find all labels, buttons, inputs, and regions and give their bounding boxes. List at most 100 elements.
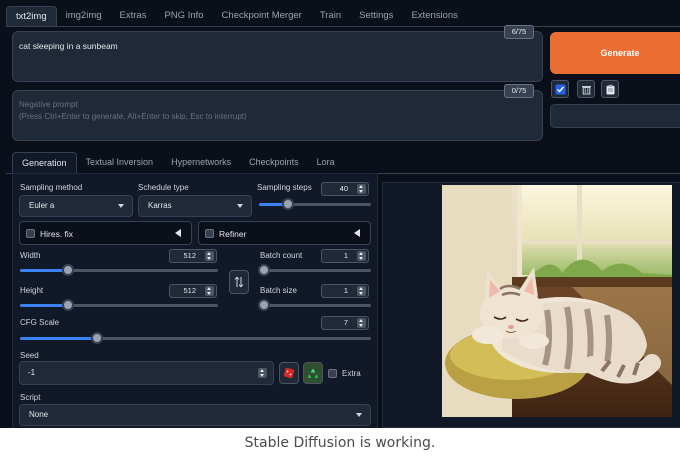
refiner-accordion[interactable]: Refiner xyxy=(198,221,371,245)
stepper-icon[interactable] xyxy=(357,286,366,296)
swap-dimensions-button[interactable] xyxy=(229,270,249,294)
sampling-steps-slider[interactable] xyxy=(259,198,371,210)
cfg-scale-label: CFG Scale xyxy=(20,318,60,327)
tab-divider xyxy=(6,26,680,27)
batch-size-input[interactable]: 1 xyxy=(321,284,369,298)
width-input[interactable]: 512 xyxy=(169,249,217,263)
extra-label: Extra xyxy=(342,369,361,378)
slider-thumb[interactable] xyxy=(258,299,270,311)
schedule-type-label: Schedule type xyxy=(138,183,189,192)
trash-icon xyxy=(581,85,591,94)
webui-app: txt2img img2img Extras PNG Info Checkpoi… xyxy=(0,0,680,428)
slider-fill xyxy=(20,269,68,272)
schedule-type-value: Karras xyxy=(148,201,172,210)
tab-extras[interactable]: Extras xyxy=(111,6,156,26)
slider-fill xyxy=(20,304,68,307)
tab-textual-inversion[interactable]: Textual Inversion xyxy=(77,152,163,174)
tab-extensions[interactable]: Extensions xyxy=(402,6,466,26)
clipboard-icon xyxy=(606,84,614,94)
stepper-icon[interactable] xyxy=(205,251,214,261)
batch-size-value: 1 xyxy=(343,286,348,295)
slider-fill xyxy=(20,337,98,340)
top-tab-bar: txt2img img2img Extras PNG Info Checkpoi… xyxy=(6,6,467,26)
negative-prompt-placeholder: Negative prompt xyxy=(19,100,78,109)
width-label: Width xyxy=(20,251,41,260)
swap-icon xyxy=(234,276,244,288)
prompt-text: cat sleeping in a sunbeam xyxy=(19,41,118,51)
tab-txt2img[interactable]: txt2img xyxy=(6,6,57,26)
clear-prompt-button[interactable] xyxy=(577,80,595,98)
prompt-input[interactable]: cat sleeping in a sunbeam xyxy=(12,31,543,82)
height-slider[interactable] xyxy=(20,299,218,311)
batch-size-label: Batch size xyxy=(260,286,297,295)
batch-size-slider[interactable] xyxy=(258,299,371,311)
paste-button[interactable] xyxy=(601,80,619,98)
height-label: Height xyxy=(20,286,44,295)
slider-thumb[interactable] xyxy=(282,198,295,210)
sampling-steps-input[interactable]: 40 xyxy=(321,182,369,196)
slider-thumb[interactable] xyxy=(61,264,74,276)
seed-input[interactable]: -1 xyxy=(19,361,274,385)
schedule-type-dropdown[interactable]: Karras xyxy=(138,195,252,217)
stepper-icon[interactable] xyxy=(357,318,366,328)
negative-token-counter: 0/75 xyxy=(504,84,534,98)
batch-count-label: Batch count xyxy=(260,251,303,260)
tab-checkpoint-merger[interactable]: Checkpoint Merger xyxy=(213,6,311,26)
cfg-scale-slider[interactable] xyxy=(20,332,371,344)
tab-settings[interactable]: Settings xyxy=(350,6,402,26)
sampling-steps-label: Sampling steps xyxy=(257,183,312,192)
hires-fix-label: Hires. fix xyxy=(40,229,74,239)
batch-count-value: 1 xyxy=(343,251,348,260)
tab-img2img[interactable]: img2img xyxy=(57,6,111,26)
stepper-icon[interactable] xyxy=(357,184,366,194)
width-value: 512 xyxy=(183,251,196,260)
seed-value: -1 xyxy=(28,368,36,377)
tab-generation[interactable]: Generation xyxy=(12,152,77,174)
generated-image[interactable] xyxy=(442,185,672,417)
stepper-icon[interactable] xyxy=(205,286,214,296)
refiner-label: Refiner xyxy=(219,229,247,239)
width-slider[interactable] xyxy=(20,264,218,276)
refiner-checkbox[interactable] xyxy=(205,229,214,238)
apply-styles-button[interactable] xyxy=(551,80,569,98)
cfg-scale-input[interactable]: 7 xyxy=(321,316,369,330)
tab-train[interactable]: Train xyxy=(311,6,350,26)
cat-artwork xyxy=(442,185,672,417)
sampling-method-label: Sampling method xyxy=(20,183,83,192)
stepper-icon[interactable] xyxy=(258,368,267,378)
tab-lora[interactable]: Lora xyxy=(308,152,344,174)
dice-icon xyxy=(283,367,295,379)
hires-fix-checkbox[interactable] xyxy=(26,229,35,238)
extra-seed-checkbox[interactable] xyxy=(328,369,337,378)
sampling-method-dropdown[interactable]: Euler a xyxy=(19,195,133,217)
seed-label: Seed xyxy=(20,351,39,360)
negative-prompt-input[interactable]: Negative prompt (Press Ctrl+Enter to gen… xyxy=(12,90,543,141)
sub-tab-bar: Generation Textual Inversion Hypernetwor… xyxy=(12,152,344,174)
script-value: None xyxy=(29,410,49,419)
batch-count-slider[interactable] xyxy=(258,264,371,276)
recycle-icon xyxy=(308,368,318,378)
random-seed-button[interactable] xyxy=(279,362,299,384)
collapse-arrow-icon xyxy=(354,229,360,237)
image-caption: Stable Diffusion is working. xyxy=(244,435,436,451)
tab-png-info[interactable]: PNG Info xyxy=(155,6,212,26)
slider-thumb[interactable] xyxy=(258,264,270,276)
tab-hypernetworks[interactable]: Hypernetworks xyxy=(162,152,240,174)
height-input[interactable]: 512 xyxy=(169,284,217,298)
hires-fix-accordion[interactable]: Hires. fix xyxy=(19,221,192,245)
script-dropdown[interactable]: None xyxy=(19,404,371,426)
styles-dropdown[interactable] xyxy=(550,104,680,128)
negative-prompt-hint: (Press Ctrl+Enter to generate, Alt+Enter… xyxy=(19,112,247,121)
chevron-down-icon xyxy=(237,204,243,208)
reuse-seed-button[interactable] xyxy=(303,362,323,384)
stepper-icon[interactable] xyxy=(357,251,366,261)
tab-checkpoints[interactable]: Checkpoints xyxy=(240,152,308,174)
sampling-steps-value: 40 xyxy=(339,184,348,193)
batch-count-input[interactable]: 1 xyxy=(321,249,369,263)
chevron-down-icon xyxy=(356,413,362,417)
slider-thumb[interactable] xyxy=(61,299,74,311)
collapse-arrow-icon xyxy=(175,229,181,237)
generate-button[interactable]: Generate xyxy=(550,32,680,74)
chevron-down-icon xyxy=(118,204,124,208)
script-label: Script xyxy=(20,393,41,402)
